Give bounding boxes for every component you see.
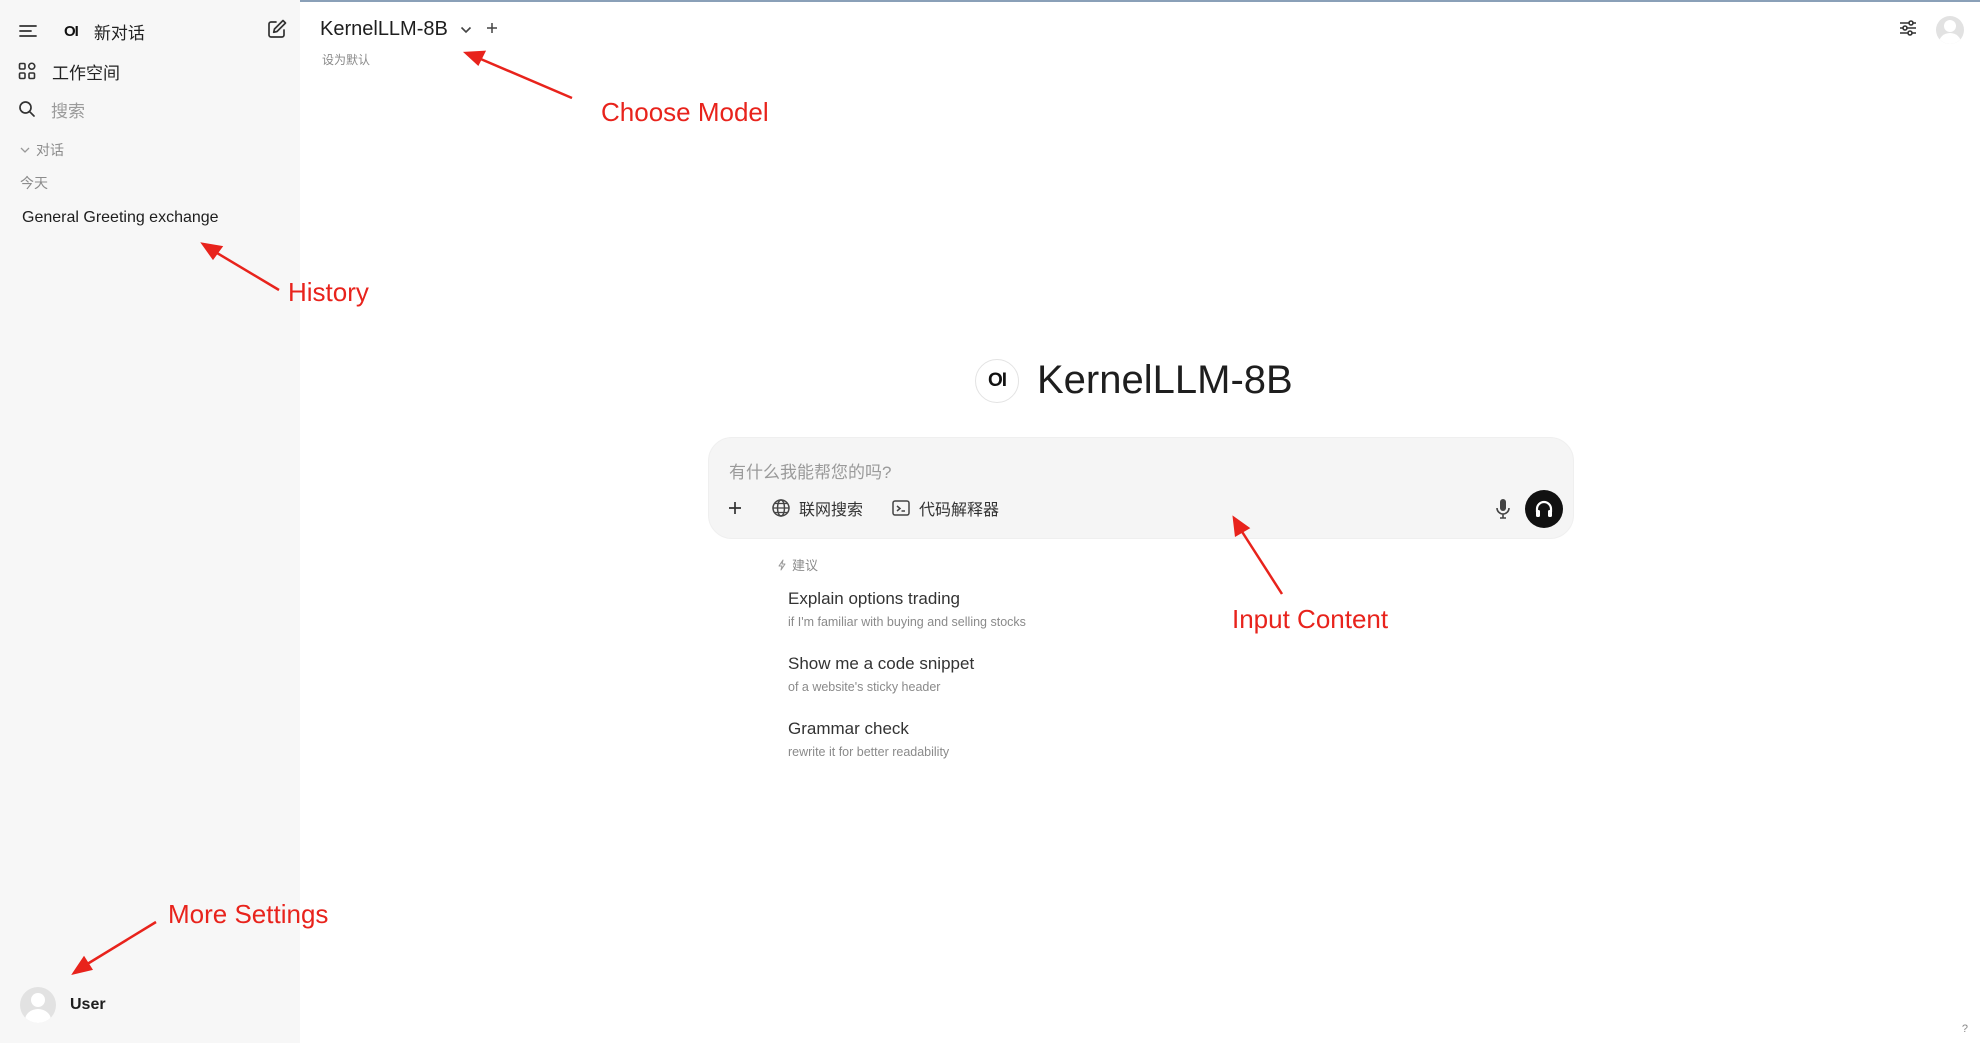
suggestions-header: 建议	[776, 555, 818, 574]
suggestion-subtitle: if I'm familiar with buying and selling …	[788, 615, 1026, 629]
grid-icon	[18, 62, 36, 80]
avatar	[20, 987, 56, 1023]
suggestion-item[interactable]: Explain options trading if I'm familiar …	[788, 589, 1208, 629]
sparkle-icon	[778, 559, 786, 570]
headphones-icon	[1535, 500, 1553, 517]
suggestion-subtitle: rewrite it for better readability	[788, 745, 950, 759]
message-input[interactable]: 有什么我能帮您的吗?	[729, 458, 891, 483]
suggestion-title: Explain options trading	[788, 589, 961, 608]
edit-icon[interactable]	[266, 18, 288, 40]
web-search-label: 联网搜索	[799, 502, 864, 519]
search-icon	[18, 100, 36, 118]
mic-icon[interactable]	[1495, 498, 1511, 525]
add-model-button[interactable]	[486, 21, 498, 39]
sidebar-item-workspace[interactable]: 工作空间	[18, 58, 120, 84]
sidebar-item-label: 工作空间	[52, 63, 120, 83]
chat-composer: 有什么我能帮您的吗? 联网搜索 代码解释器	[708, 437, 1574, 539]
chats-section-toggle[interactable]: 对话	[20, 140, 64, 160]
annotation-history: History	[288, 277, 369, 307]
model-logo: OI	[975, 358, 1019, 403]
history-item[interactable]: General Greeting exchange	[12, 203, 288, 233]
user-menu[interactable]: User	[20, 987, 106, 1023]
web-search-toggle[interactable]: 联网搜索	[771, 496, 863, 520]
user-name: User	[70, 996, 106, 1013]
new-chat-button[interactable]: 新对话	[94, 19, 145, 44]
annotation-input-content: Input Content	[1232, 604, 1389, 634]
date-group-label: 今天	[20, 175, 48, 191]
annotation-choose-model: Choose Model	[601, 97, 769, 127]
sidebar: OI 新对话 工作空间 搜索 对话 今天 General Greeting ex…	[0, 0, 300, 1043]
annotation-more-settings: More Settings	[168, 899, 329, 929]
set-default-link[interactable]: 设为默认	[322, 51, 370, 68]
voice-call-button[interactable]	[1525, 490, 1563, 528]
model-selector[interactable]: KernelLLM-8B	[320, 18, 498, 41]
help-button[interactable]: ?	[1962, 1023, 1968, 1035]
model-name[interactable]: KernelLLM-8B	[320, 18, 448, 41]
menu-icon[interactable]	[18, 23, 38, 39]
composer-tools: 联网搜索 代码解释器	[727, 496, 1027, 520]
search-input[interactable]: 搜索	[51, 97, 85, 122]
model-title: KernelLLM-8B	[1037, 358, 1293, 402]
globe-icon	[772, 499, 790, 517]
avatar[interactable]	[1936, 16, 1964, 44]
suggestions-label: 建议	[792, 558, 819, 573]
new-chat-row: OI 新对话	[18, 18, 288, 44]
app-logo[interactable]: OI	[64, 23, 79, 40]
suggestion-title: Grammar check	[788, 719, 909, 738]
sidebar-search[interactable]: 搜索	[18, 96, 85, 122]
chats-section-label: 对话	[36, 142, 64, 158]
sliders-icon[interactable]	[1898, 19, 1918, 42]
suggestion-title: Show me a code snippet	[788, 654, 975, 673]
code-interpreter-label: 代码解释器	[919, 502, 1000, 519]
add-attachment-button[interactable]	[727, 500, 743, 516]
suggestion-item[interactable]: Grammar check rewrite it for better read…	[788, 719, 1208, 759]
plus-icon	[729, 502, 741, 514]
chevron-down-icon[interactable]	[460, 21, 472, 39]
chevron-down-icon	[20, 146, 30, 154]
top-right-controls	[1898, 16, 1964, 44]
terminal-icon	[892, 500, 910, 516]
code-interpreter-toggle[interactable]: 代码解释器	[891, 496, 999, 520]
model-hero: OI KernelLLM-8B	[975, 358, 1293, 403]
suggestion-item[interactable]: Show me a code snippet of a website's st…	[788, 654, 1208, 694]
suggestion-subtitle: of a website's sticky header	[788, 680, 941, 694]
